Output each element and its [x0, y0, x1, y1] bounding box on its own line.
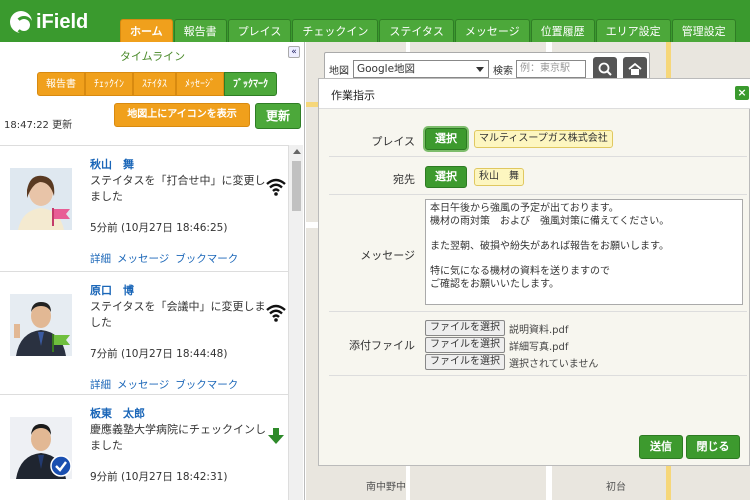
file-row: ファイルを選択 選択されていません	[425, 354, 598, 370]
place-select-button[interactable]: 選択	[425, 128, 467, 150]
show-icons-on-map-button[interactable]: 地図上にアイコンを表示	[114, 103, 250, 127]
app-logo[interactable]: iField	[10, 8, 88, 36]
close-button[interactable]: 閉じる	[686, 435, 740, 459]
place-chip[interactable]: マルティスープガス株式会社	[474, 130, 613, 148]
timeline-sidebar: タイムライン « 報告書 ﾁｪｯｸｲﾝ ｽﾃｲﾀｽ ﾒｯｾｰｼﾞ ﾌﾞｯｸﾏｰｸ…	[0, 42, 305, 500]
last-updated-text: 18:47:22 更新	[4, 120, 73, 131]
nav-tab-area-settings[interactable]: エリア設定	[595, 19, 671, 42]
scroll-thumb[interactable]	[292, 161, 301, 211]
work-order-dialog: 作業指示 × プレイス 選択 マルティスープガス株式会社 宛先 選択 秋山 舞 …	[318, 78, 750, 466]
top-header: iField ホーム 報告書 プレイス チェックイン ステイタス メッセージ 位…	[0, 0, 750, 42]
map-place-label: 南中野中	[366, 482, 406, 493]
choose-file-button[interactable]: ファイルを選択	[425, 337, 505, 353]
item-user-name[interactable]: 秋山 舞	[90, 156, 134, 172]
wifi-icon	[266, 304, 286, 322]
item-timestamp: 9分前 (10月27日 18:42:31)	[90, 471, 228, 483]
filter-tab-checkin[interactable]: ﾁｪｯｸｲﾝ	[85, 72, 133, 96]
file-row: ファイルを選択 説明資料.pdf	[425, 320, 568, 336]
timeline-item: 秋山 舞 ステイタスを「打合せ中」に変更しました 5分前 (10月27日 18:…	[0, 146, 288, 272]
item-message: 慶應義塾大学病院にチェックインしました	[90, 423, 266, 452]
nav-tab-status[interactable]: ステイタス	[379, 19, 454, 42]
map-type-value: Google地図	[357, 63, 416, 75]
detail-link[interactable]: 詳細	[90, 377, 111, 392]
filter-tab-reports[interactable]: 報告書	[37, 72, 85, 96]
item-user-name[interactable]: 板東 太郎	[90, 405, 145, 421]
timeline-filter-tabs: 報告書 ﾁｪｯｸｲﾝ ｽﾃｲﾀｽ ﾒｯｾｰｼﾞ ﾌﾞｯｸﾏｰｸ	[37, 72, 277, 96]
send-button[interactable]: 送信	[639, 435, 683, 459]
green-flag-icon	[52, 334, 70, 352]
file-row: ファイルを選択 詳細写真.pdf	[425, 337, 568, 353]
main-nav: ホーム 報告書 プレイス チェックイン ステイタス メッセージ 位置履歴 エリア…	[120, 19, 737, 42]
nav-tab-reports[interactable]: 報告書	[173, 19, 227, 42]
timeline-scrollbar[interactable]	[288, 145, 303, 500]
filter-tab-messages[interactable]: ﾒｯｾｰｼﾞ	[176, 72, 224, 96]
map-type-label: 地図	[329, 66, 349, 77]
divider	[329, 311, 747, 312]
check-badge-icon	[50, 455, 72, 477]
divider	[329, 194, 747, 195]
item-timestamp: 5分前 (10月27日 18:46:25)	[90, 222, 228, 234]
timeline-title: タイムライン	[119, 50, 186, 63]
scroll-up-icon[interactable]	[293, 149, 301, 154]
search-label: 検索	[493, 66, 513, 77]
bookmark-link[interactable]: ブックマーク	[175, 377, 238, 392]
item-links: 詳細 メッセージ ブックマーク	[90, 377, 238, 392]
timeline-item: 板東 太郎 慶應義塾大学病院にチェックインしました 9分前 (10月27日 18…	[0, 395, 288, 500]
choose-file-button[interactable]: ファイルを選択	[425, 320, 505, 336]
item-links: 詳細 メッセージ ブックマーク	[90, 251, 238, 266]
file-name: 説明資料.pdf	[509, 324, 569, 336]
recipient-chip[interactable]: 秋山 舞	[474, 168, 524, 186]
collapse-sidebar-button[interactable]: «	[288, 46, 300, 58]
nav-tab-home[interactable]: ホーム	[120, 19, 173, 42]
dialog-header: 作業指示 ×	[319, 79, 750, 109]
message-link[interactable]: メッセージ	[117, 377, 169, 392]
map-search-input[interactable]: 例：東京駅	[516, 60, 586, 78]
nav-tab-location-history[interactable]: 位置履歴	[530, 19, 595, 42]
file-name: 詳細写真.pdf	[509, 341, 569, 353]
down-arrow-icon	[268, 428, 284, 444]
chevron-down-icon	[476, 67, 484, 72]
item-timestamp: 7分前 (10月27日 18:44:48)	[90, 348, 228, 360]
nav-tab-places[interactable]: プレイス	[227, 19, 292, 42]
pink-flag-icon	[52, 208, 70, 226]
item-user-name[interactable]: 原口 博	[90, 282, 134, 298]
nav-tab-checkin[interactable]: チェックイン	[292, 19, 379, 42]
map-type-select[interactable]: Google地図	[353, 60, 489, 78]
nav-tab-messages[interactable]: メッセージ	[454, 19, 530, 42]
attachment-label: 添付ファイル	[349, 339, 415, 352]
dialog-close-button[interactable]: ×	[735, 86, 749, 100]
place-label: プレイス	[371, 135, 415, 148]
message-textarea[interactable]: 本日午後から強風の予定が出ております。 機材の雨対策 および 強風対策に備えてく…	[425, 199, 743, 305]
recipient-select-button[interactable]: 選択	[425, 166, 467, 188]
nav-tab-admin-settings[interactable]: 管理設定	[671, 19, 736, 42]
logo-text: iField	[36, 10, 89, 33]
item-message: ステイタスを「打合せ中」に変更しました	[90, 174, 266, 203]
wifi-icon	[266, 178, 286, 196]
divider	[329, 156, 747, 157]
filter-tab-bookmarks[interactable]: ﾌﾞｯｸﾏｰｸ	[224, 72, 277, 96]
timeline-item: 原口 博 ステイタスを「会議中」に変更しました 7分前 (10月27日 18:4…	[0, 272, 288, 395]
choose-file-button[interactable]: ファイルを選択	[425, 354, 505, 370]
divider	[329, 375, 747, 376]
map-place-label: 初台	[606, 482, 626, 493]
message-label: メッセージ	[360, 249, 415, 262]
timeline-feed: 秋山 舞 ステイタスを「打合せ中」に変更しました 5分前 (10月27日 18:…	[0, 145, 288, 500]
dialog-title: 作業指示	[331, 89, 375, 102]
refresh-button[interactable]: 更新	[255, 103, 301, 129]
recipient-label: 宛先	[393, 173, 415, 186]
logo-icon	[10, 11, 33, 34]
file-name: 選択されていません	[509, 358, 599, 370]
detail-link[interactable]: 詳細	[90, 251, 111, 266]
message-link[interactable]: メッセージ	[117, 251, 169, 266]
filter-tab-status[interactable]: ｽﾃｲﾀｽ	[133, 72, 176, 96]
item-message: ステイタスを「会議中」に変更しました	[90, 300, 266, 329]
bookmark-link[interactable]: ブックマーク	[175, 251, 238, 266]
